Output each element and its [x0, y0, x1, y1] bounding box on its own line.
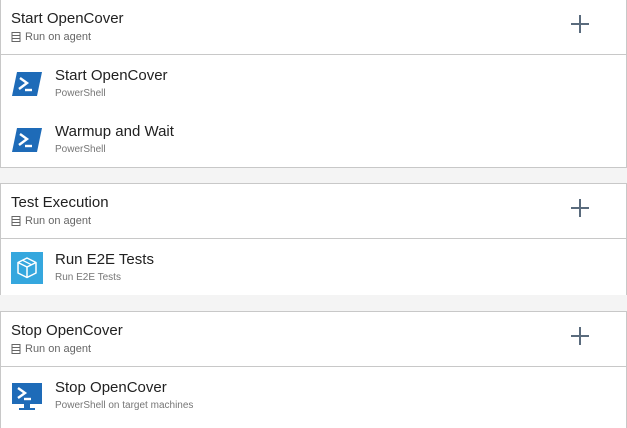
phase-title: Start OpenCover	[11, 10, 124, 27]
add-task-button[interactable]	[570, 326, 590, 346]
phase-subtitle: Run on agent	[11, 343, 91, 355]
phase-start-opencover: Start OpenCover Run on agent Start OpenC…	[0, 0, 627, 168]
phase-subtitle: Run on agent	[11, 31, 91, 43]
phase-title: Test Execution	[11, 194, 109, 211]
phase-subtitle-text: Run on agent	[25, 31, 92, 43]
phase-header[interactable]: Stop OpenCover Run on agent	[1, 312, 626, 367]
phase-subtitle: Run on agent	[11, 215, 91, 227]
phase-subtitle-text: Run on agent	[25, 343, 92, 355]
package-cube-icon	[11, 252, 43, 284]
task-name: Stop OpenCover	[55, 379, 167, 396]
task-item[interactable]: Start OpenCover PowerShell	[1, 55, 626, 111]
task-item[interactable]: Stop OpenCover PowerShell on target mach…	[1, 367, 626, 423]
server-agent-icon	[11, 32, 21, 42]
pipeline-phases: Start OpenCover Run on agent Start OpenC…	[0, 0, 627, 428]
task-item[interactable]: Run E2E Tests Run E2E Tests	[1, 239, 626, 295]
phase-header[interactable]: Start OpenCover Run on agent	[1, 0, 626, 55]
phase-header[interactable]: Test Execution Run on agent	[1, 184, 626, 239]
add-task-button[interactable]	[570, 14, 590, 34]
task-type: PowerShell on target machines	[55, 400, 194, 411]
server-agent-icon	[11, 344, 21, 354]
powershell-monitor-icon	[12, 383, 42, 410]
phase-test-execution: Test Execution Run on agent Run E2E Test…	[0, 183, 627, 295]
add-task-button[interactable]	[570, 198, 590, 218]
powershell-icon	[12, 128, 42, 152]
phase-stop-opencover: Stop OpenCover Run on agent Stop OpenCov…	[0, 311, 627, 428]
phase-title: Stop OpenCover	[11, 322, 123, 339]
task-type: PowerShell	[55, 88, 106, 99]
task-item[interactable]: Warmup and Wait PowerShell	[1, 111, 626, 167]
task-type: PowerShell	[55, 144, 106, 155]
task-name: Run E2E Tests	[55, 251, 154, 268]
task-name: Start OpenCover	[55, 67, 168, 84]
powershell-icon	[12, 72, 42, 96]
task-name: Warmup and Wait	[55, 123, 174, 140]
task-type: Run E2E Tests	[55, 272, 121, 283]
phase-subtitle-text: Run on agent	[25, 215, 92, 227]
server-agent-icon	[11, 216, 21, 226]
